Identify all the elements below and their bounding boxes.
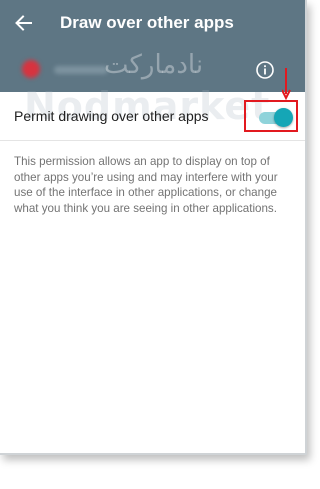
info-icon	[256, 61, 274, 79]
highlight-box	[244, 100, 298, 132]
app-icon	[22, 60, 40, 78]
app-name-redacted	[54, 66, 108, 74]
permit-drawing-label: Permit drawing over other apps	[14, 108, 209, 124]
permit-drawing-toggle[interactable]	[274, 108, 293, 127]
toolbar: Draw over other apps	[0, 0, 305, 46]
divider	[0, 140, 305, 141]
arrow-left-icon	[15, 15, 32, 31]
settings-screen: Draw over other apps نادمارکت Nodmarket …	[0, 0, 307, 455]
app-info-button[interactable]	[255, 60, 275, 80]
page-title: Draw over other apps	[60, 13, 234, 32]
permission-description: This permission allows an app to display…	[14, 155, 278, 215]
back-button[interactable]	[0, 0, 46, 46]
